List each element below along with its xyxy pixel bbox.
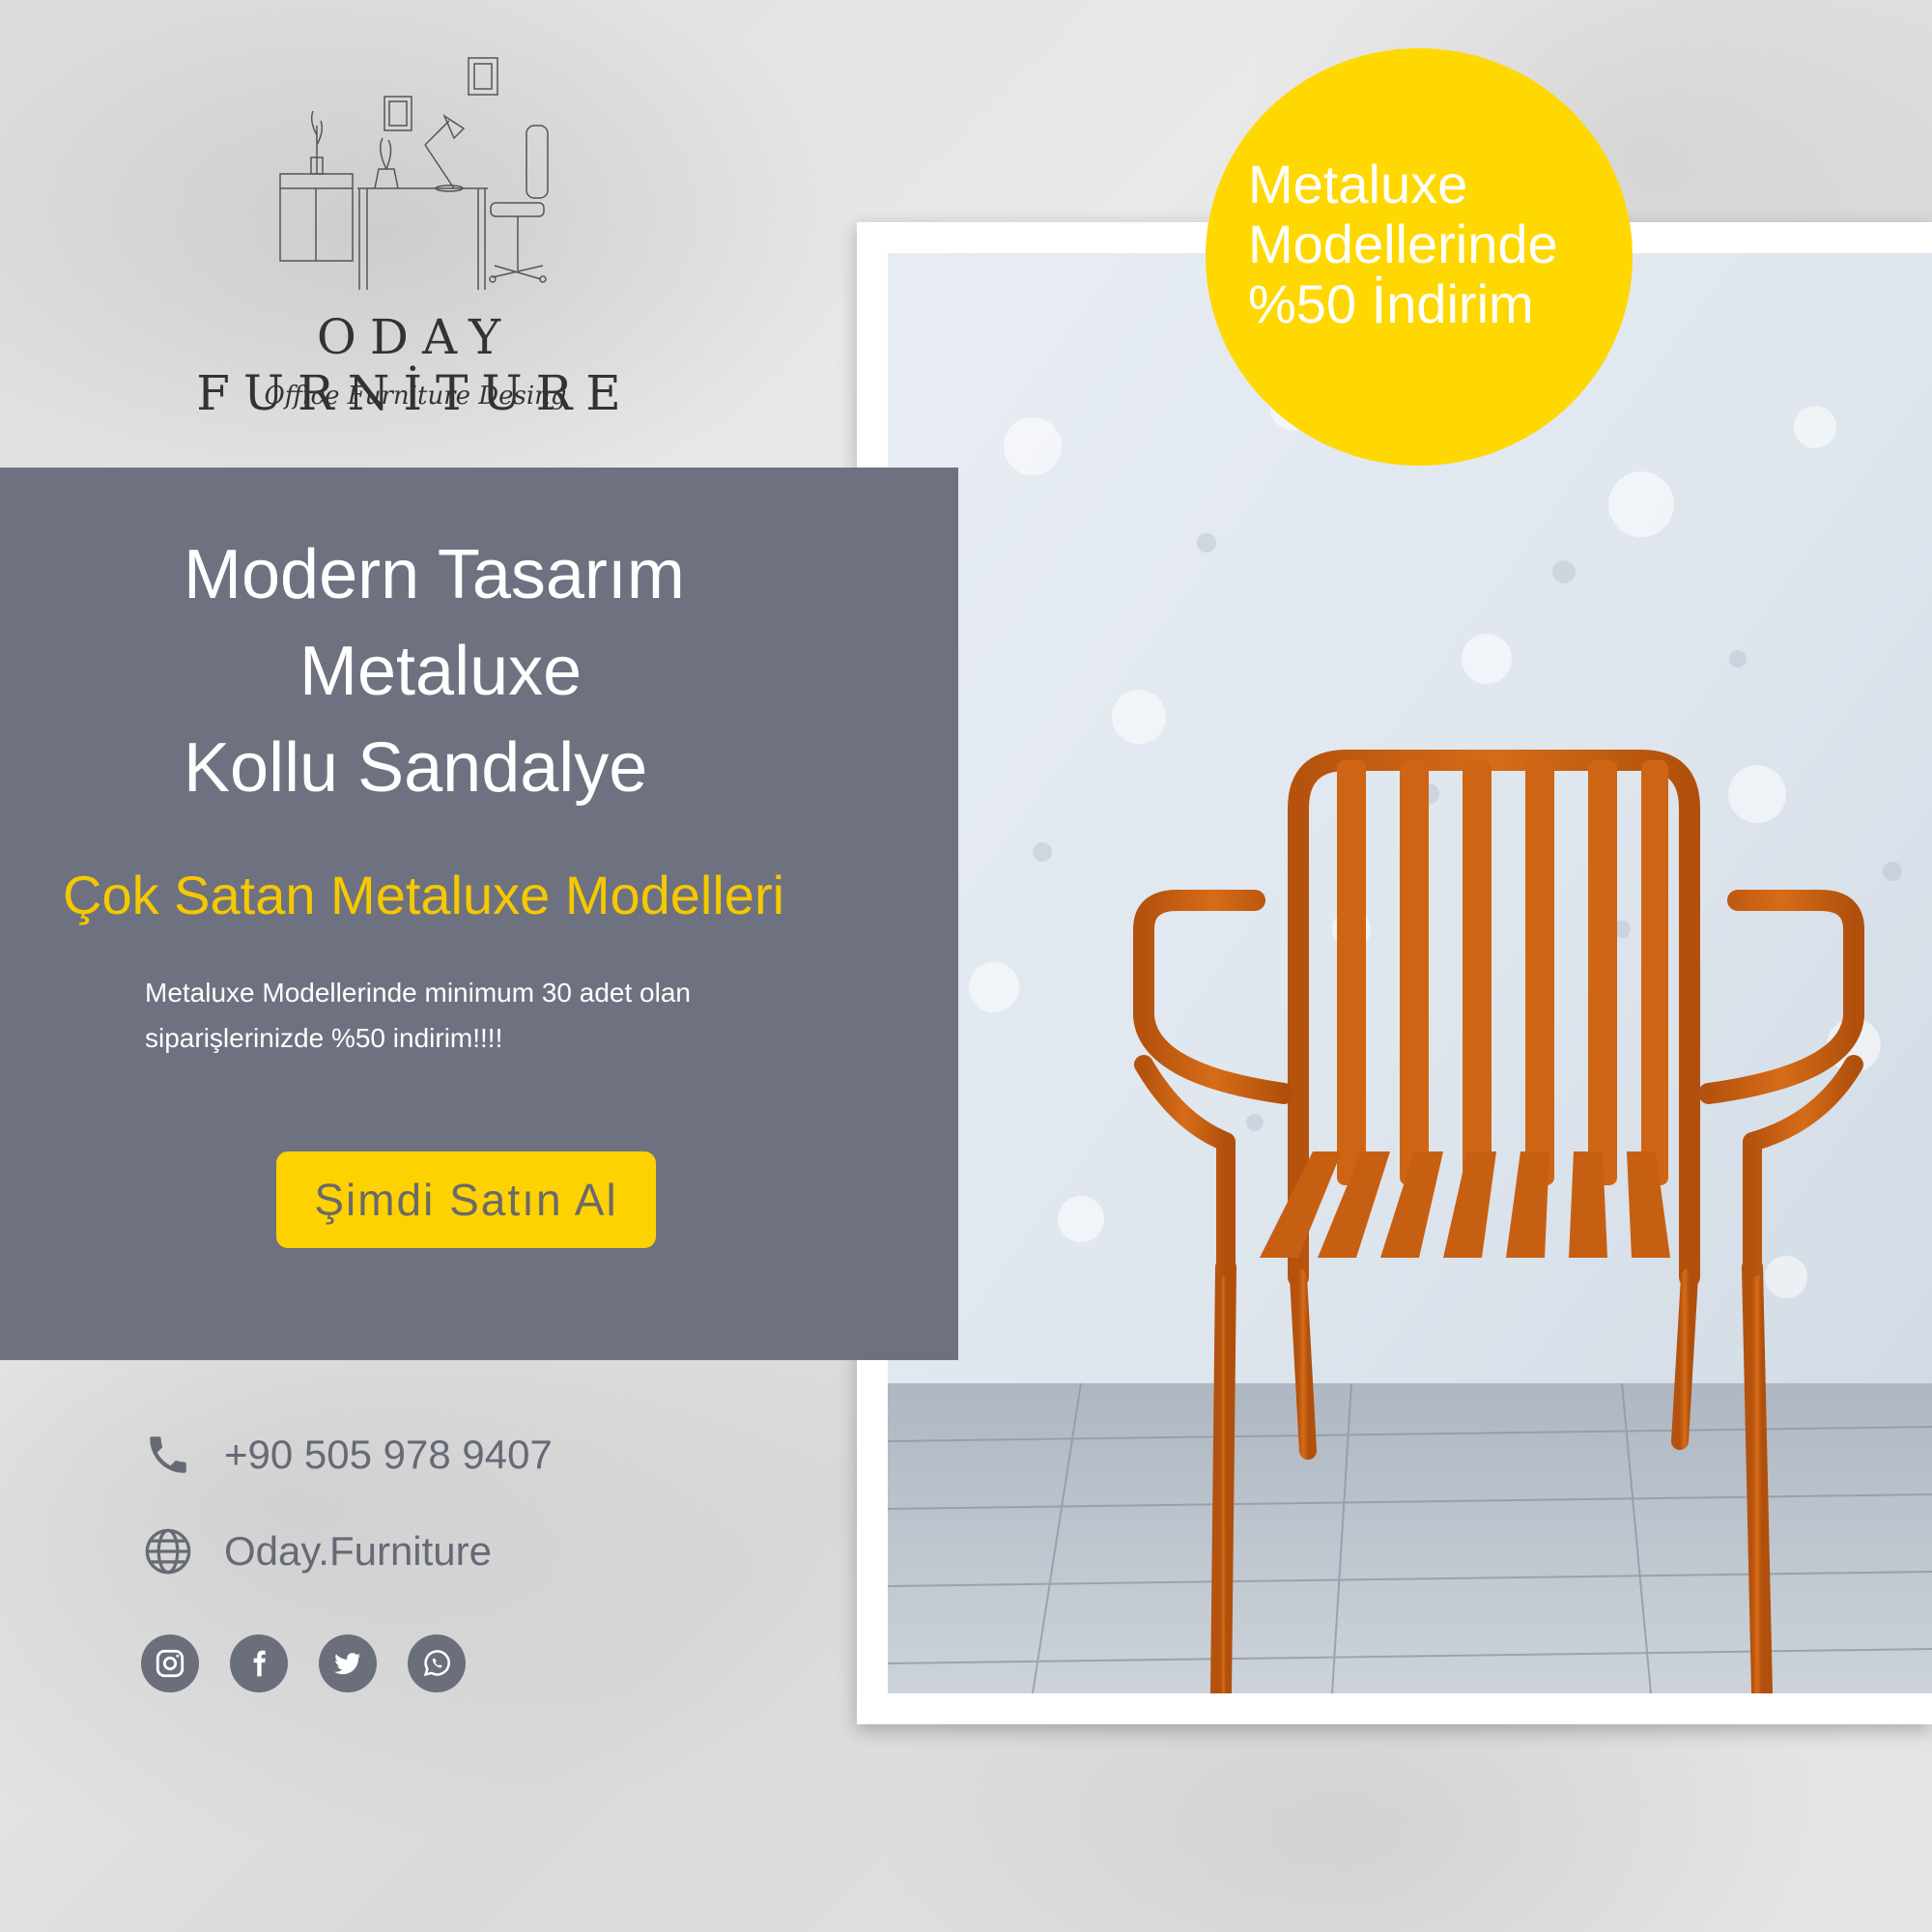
phone-number: +90 505 978 9407 <box>224 1432 553 1477</box>
title-line-1: Modern Tasarım <box>184 536 685 613</box>
orange-armchair-image <box>888 253 1932 1693</box>
description-line-2: siparişlerinizde %50 indirim!!!! <box>145 1023 503 1053</box>
title-line-2: Metaluxe <box>299 633 582 710</box>
website-link: Oday.Furniture <box>224 1528 492 1574</box>
description-line-1: Metaluxe Modellerinde minimum 30 adet ol… <box>145 978 691 1008</box>
social-links <box>141 1634 497 1692</box>
phone-contact[interactable]: +90 505 978 9407 <box>141 1428 553 1482</box>
subtitle: Çok Satan Metaluxe Modelleri <box>63 865 785 925</box>
promo-panel: Modern Tasarım Metaluxe Kollu Sandalye Ç… <box>0 468 958 1360</box>
instagram-icon[interactable] <box>141 1634 199 1692</box>
promo-page: ODAY FURNİTURE Office Furniture Desing M… <box>0 0 1932 1932</box>
facebook-icon[interactable] <box>230 1634 288 1692</box>
badge-line-3: %50 İndirim <box>1248 273 1534 334</box>
office-desk-logo-icon <box>279 57 549 290</box>
buy-now-button[interactable]: Şimdi Satın Al <box>276 1151 656 1248</box>
globe-icon <box>141 1524 195 1578</box>
description: Metaluxe Modellerinde minimum 30 adet ol… <box>145 970 840 1061</box>
title-line-3: Kollu Sandalye <box>184 729 648 807</box>
whatsapp-icon[interactable] <box>408 1634 466 1692</box>
phone-icon <box>141 1428 195 1482</box>
discount-badge: Metaluxe Modellerinde %50 İndirim <box>1206 48 1633 466</box>
twitter-icon[interactable] <box>319 1634 377 1692</box>
brand-tagline: Office Furniture Desing <box>264 382 567 411</box>
product-photo <box>888 253 1932 1693</box>
website-contact[interactable]: Oday.Furniture <box>141 1524 492 1578</box>
badge-line-1: Metaluxe <box>1248 154 1468 214</box>
badge-line-2: Modellerinde <box>1248 213 1558 274</box>
